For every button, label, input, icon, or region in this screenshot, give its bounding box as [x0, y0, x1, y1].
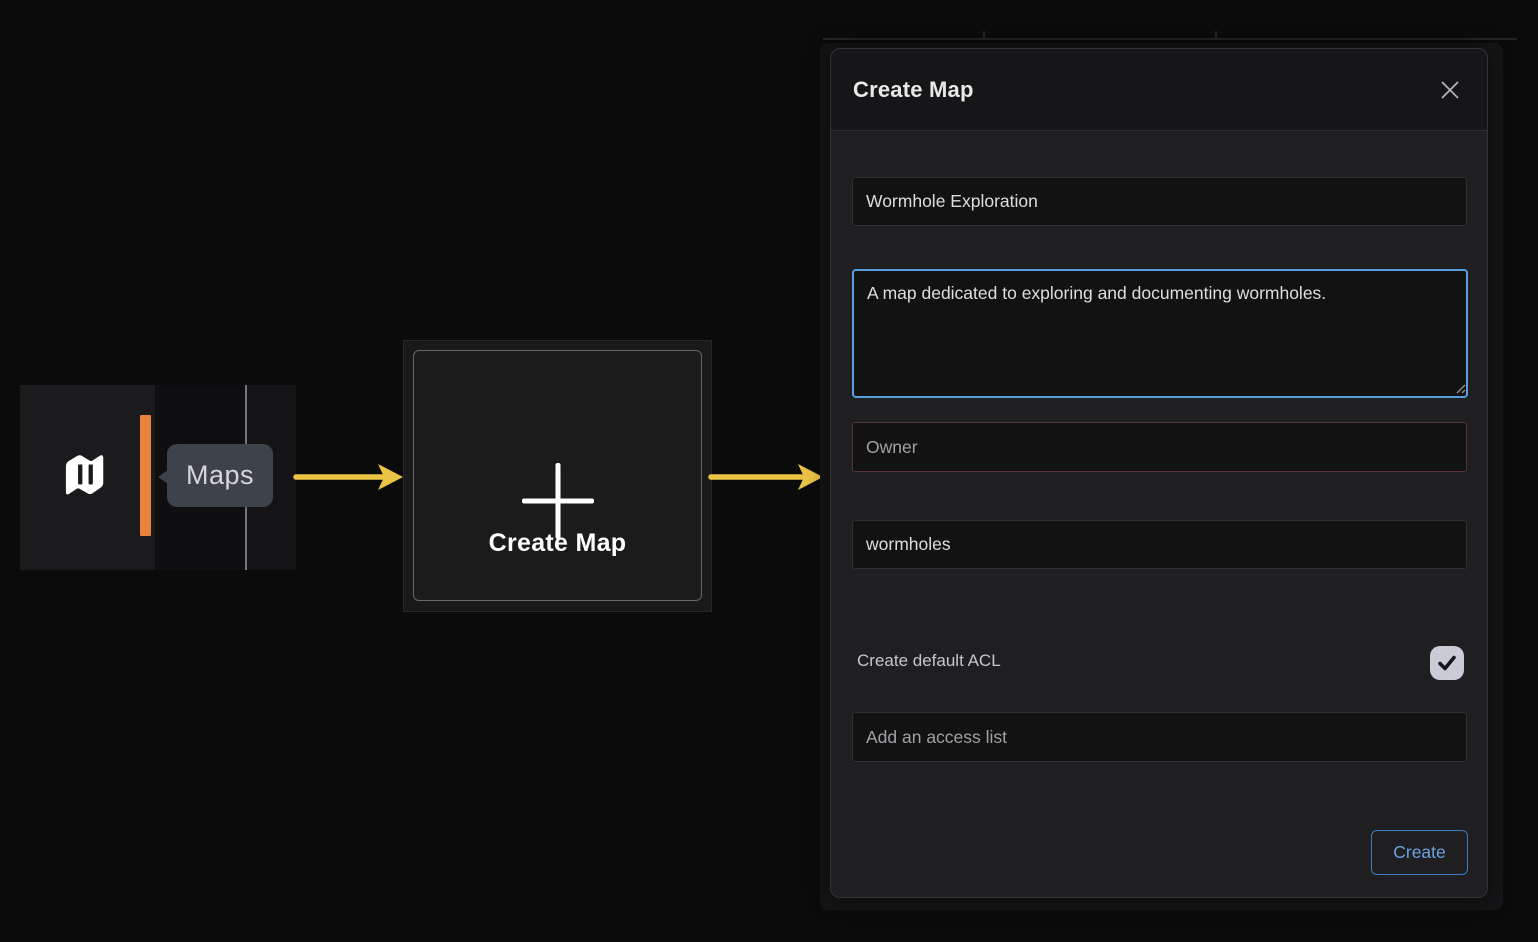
- sidebar-preview: Maps: [20, 385, 296, 570]
- background-panel-tick: [983, 31, 985, 39]
- map-name-input[interactable]: [852, 177, 1467, 226]
- close-icon[interactable]: [1437, 77, 1463, 103]
- create-map-modal: Create Map A map dedicated to exploring …: [830, 48, 1488, 898]
- acl-label: Create default ACL: [857, 651, 1001, 671]
- flow-arrow-2: [705, 455, 830, 499]
- maps-tooltip-label: Maps: [186, 460, 254, 491]
- plus-icon: [521, 463, 595, 539]
- map-description-textarea[interactable]: A map dedicated to exploring and documen…: [852, 269, 1468, 398]
- create-map-card[interactable]: Create Map: [403, 340, 712, 612]
- modal-header: Create Map: [831, 49, 1487, 131]
- map-slug-input[interactable]: [852, 520, 1467, 569]
- acl-checkbox[interactable]: [1430, 646, 1464, 680]
- owner-input[interactable]: [852, 422, 1467, 472]
- map-icon[interactable]: [56, 445, 112, 505]
- flow-arrow-1: [290, 455, 410, 499]
- background-panel-edge: [823, 38, 1517, 40]
- tutorial-canvas: { "colors": { "page_bg": "#0b0b0c", "acc…: [0, 0, 1538, 942]
- modal-title: Create Map: [853, 77, 1437, 103]
- maps-tooltip: Maps: [167, 444, 273, 507]
- access-list-input[interactable]: [852, 712, 1467, 762]
- create-map-card-inner: Create Map: [413, 350, 702, 601]
- active-indicator-bar: [140, 415, 151, 536]
- check-icon: [1436, 652, 1458, 674]
- create-button[interactable]: Create: [1371, 830, 1468, 875]
- create-map-card-label: Create Map: [414, 529, 701, 558]
- background-panel-tick: [1215, 31, 1217, 39]
